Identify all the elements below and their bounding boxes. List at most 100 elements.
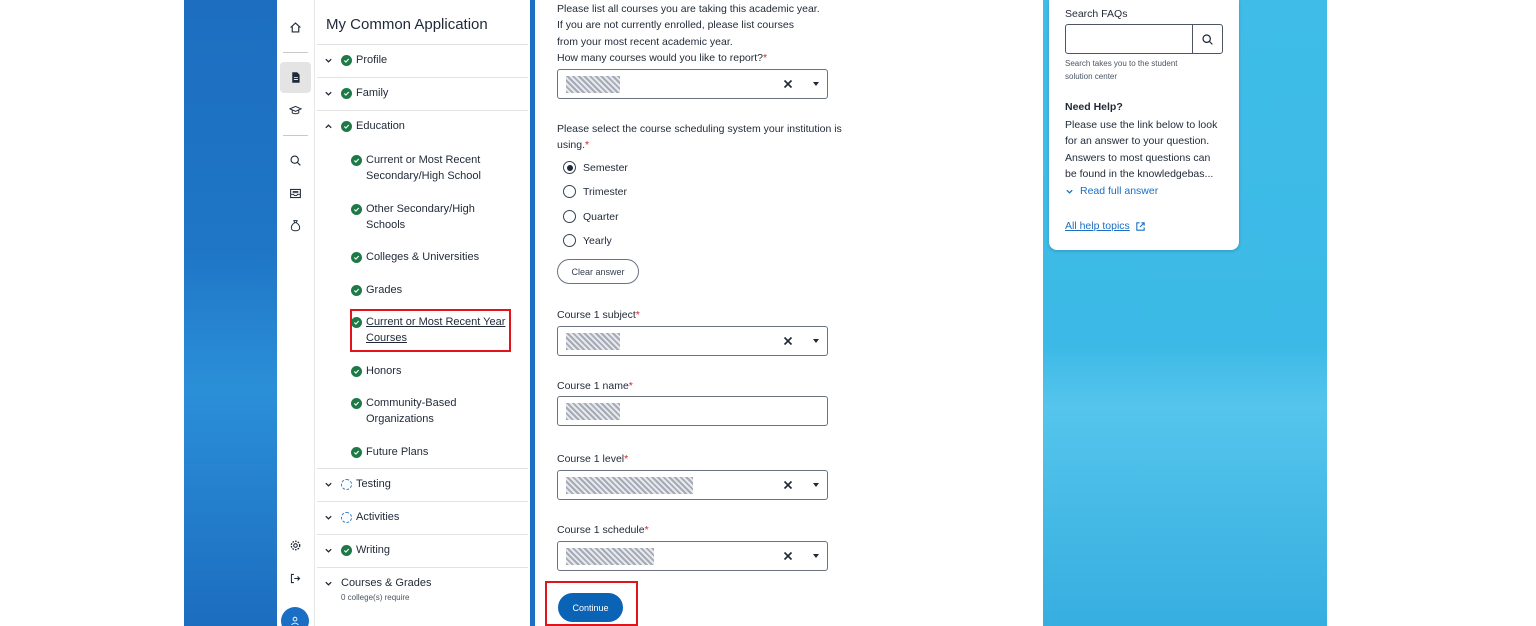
search-icon: [1202, 33, 1213, 45]
nav-future-plans[interactable]: Future Plans: [351, 444, 521, 460]
clear-answer-button[interactable]: Clear answer: [557, 259, 639, 284]
section-label: Writing: [356, 544, 391, 556]
nav-label: Other Secondary/High: [366, 203, 475, 215]
settings-button[interactable]: [280, 530, 311, 561]
section-divider: [317, 501, 528, 502]
icon-rail: [277, 0, 315, 626]
course-count-select[interactable]: [557, 69, 828, 99]
course-subject-label: Course 1 subject*: [557, 309, 640, 321]
check-circle-icon: [341, 54, 352, 66]
home-icon: [290, 22, 301, 33]
section-testing[interactable]: Testing: [317, 478, 528, 490]
nav-label: Grades: [366, 284, 403, 296]
section-label: Family: [356, 87, 389, 99]
section-activities[interactable]: Activities: [317, 511, 528, 523]
graduation-cap-icon: [289, 105, 302, 115]
section-family[interactable]: Family: [317, 87, 528, 99]
redacted-value: [566, 76, 620, 93]
check-circle-icon: [351, 366, 362, 377]
check-circle-icon: [351, 155, 362, 166]
course-level-label: Course 1 level*: [557, 453, 629, 465]
highlight-continue: [545, 581, 638, 626]
redacted-value: [566, 477, 693, 494]
check-circle-icon: [351, 447, 362, 458]
nav-current-school[interactable]: Current or Most Recent Secondary/High Sch…: [351, 152, 521, 184]
sidebar-title: My Common Application: [326, 16, 488, 33]
application-button[interactable]: [280, 62, 311, 93]
nav-colleges[interactable]: Colleges & Universities: [351, 249, 521, 265]
section-writing[interactable]: Writing: [317, 544, 528, 556]
sign-out-button[interactable]: [280, 563, 311, 594]
section-divider: [317, 468, 528, 469]
section-divider: [317, 567, 528, 568]
chevron-down-icon: [325, 58, 332, 63]
section-divider: [317, 44, 528, 45]
search-button[interactable]: [280, 145, 311, 176]
nav-label: Schools: [366, 219, 406, 231]
radio-semester[interactable]: Semester: [563, 161, 628, 174]
background-left: [184, 0, 277, 626]
section-divider: [317, 77, 528, 78]
clear-icon[interactable]: [783, 336, 793, 346]
help-text: Please use the link below to look for an…: [1065, 119, 1218, 180]
radio-unselected-icon: [563, 210, 576, 223]
home-button[interactable]: [280, 12, 311, 43]
check-circle-icon: [341, 120, 352, 132]
scheduling-label: Please select the course scheduling syst…: [557, 123, 842, 135]
intro-text: If you are not currently enrolled, pleas…: [557, 19, 794, 31]
section-profile[interactable]: Profile: [317, 54, 528, 66]
chevron-down-icon: [325, 581, 332, 586]
section-label: Education: [356, 120, 405, 132]
chevron-down-icon[interactable]: [813, 554, 819, 558]
search-faqs-label: Search FAQs: [1065, 8, 1128, 20]
redacted-value: [566, 403, 620, 420]
faq-search-input[interactable]: [1065, 24, 1223, 54]
college-search-button[interactable]: [280, 95, 311, 126]
course-count-label: How many courses would you like to repor…: [557, 52, 768, 64]
nav-honors[interactable]: Honors: [351, 363, 521, 379]
intro-text: Please list all courses you are taking t…: [557, 3, 820, 15]
requirement-note: 0 college(s) require: [341, 593, 410, 602]
course-schedule-select[interactable]: [557, 541, 828, 571]
inbox-button[interactable]: [280, 178, 311, 209]
section-education[interactable]: Education: [317, 120, 528, 132]
chevron-down-icon[interactable]: [813, 339, 819, 343]
clear-icon[interactable]: [783, 551, 793, 561]
nav-community[interactable]: Community-Based Organizations: [351, 395, 521, 427]
external-link-icon: [1136, 221, 1145, 231]
chevron-down-icon[interactable]: [813, 82, 819, 86]
search-note: Search takes you to the student solution …: [1065, 59, 1178, 81]
course-subject-select[interactable]: [557, 326, 828, 356]
money-bag-icon: [290, 220, 301, 232]
clear-icon[interactable]: [783, 79, 793, 89]
nav-label: Current or Most Recent: [366, 154, 481, 166]
clear-icon[interactable]: [783, 480, 793, 490]
nav-label: Honors: [366, 365, 402, 377]
section-divider: [317, 110, 528, 111]
nav-label: Colleges & Universities: [366, 251, 480, 263]
section-label: Profile: [356, 54, 388, 66]
read-full-answer-link[interactable]: Read full answer: [1065, 185, 1158, 197]
nav-label: Secondary/High School: [366, 170, 481, 182]
nav-label: Organizations: [366, 413, 434, 425]
nav-other-schools[interactable]: Other Secondary/High Schools: [351, 201, 521, 233]
chevron-down-icon: [1066, 189, 1073, 194]
avatar[interactable]: [281, 607, 309, 626]
course-name-input[interactable]: [557, 396, 828, 426]
check-circle-icon: [351, 252, 362, 263]
user-icon: [291, 616, 299, 626]
radio-yearly[interactable]: Yearly: [563, 234, 612, 247]
faq-search-button[interactable]: [1192, 25, 1222, 53]
rail-divider: [283, 52, 308, 53]
financial-aid-button[interactable]: [280, 210, 311, 241]
course-level-select[interactable]: [557, 470, 828, 500]
nav-grades[interactable]: Grades: [351, 282, 521, 298]
need-help-heading: Need Help?: [1065, 101, 1123, 113]
section-courses-grades[interactable]: Courses & Grades 0 college(s) require: [317, 577, 528, 602]
nav-label: Community-Based: [366, 397, 457, 409]
radio-trimester[interactable]: Trimester: [563, 185, 627, 198]
all-help-topics-link[interactable]: All help topics: [1065, 220, 1146, 232]
radio-quarter[interactable]: Quarter: [563, 210, 619, 223]
chevron-down-icon[interactable]: [813, 483, 819, 487]
chevron-up-icon: [325, 123, 332, 128]
